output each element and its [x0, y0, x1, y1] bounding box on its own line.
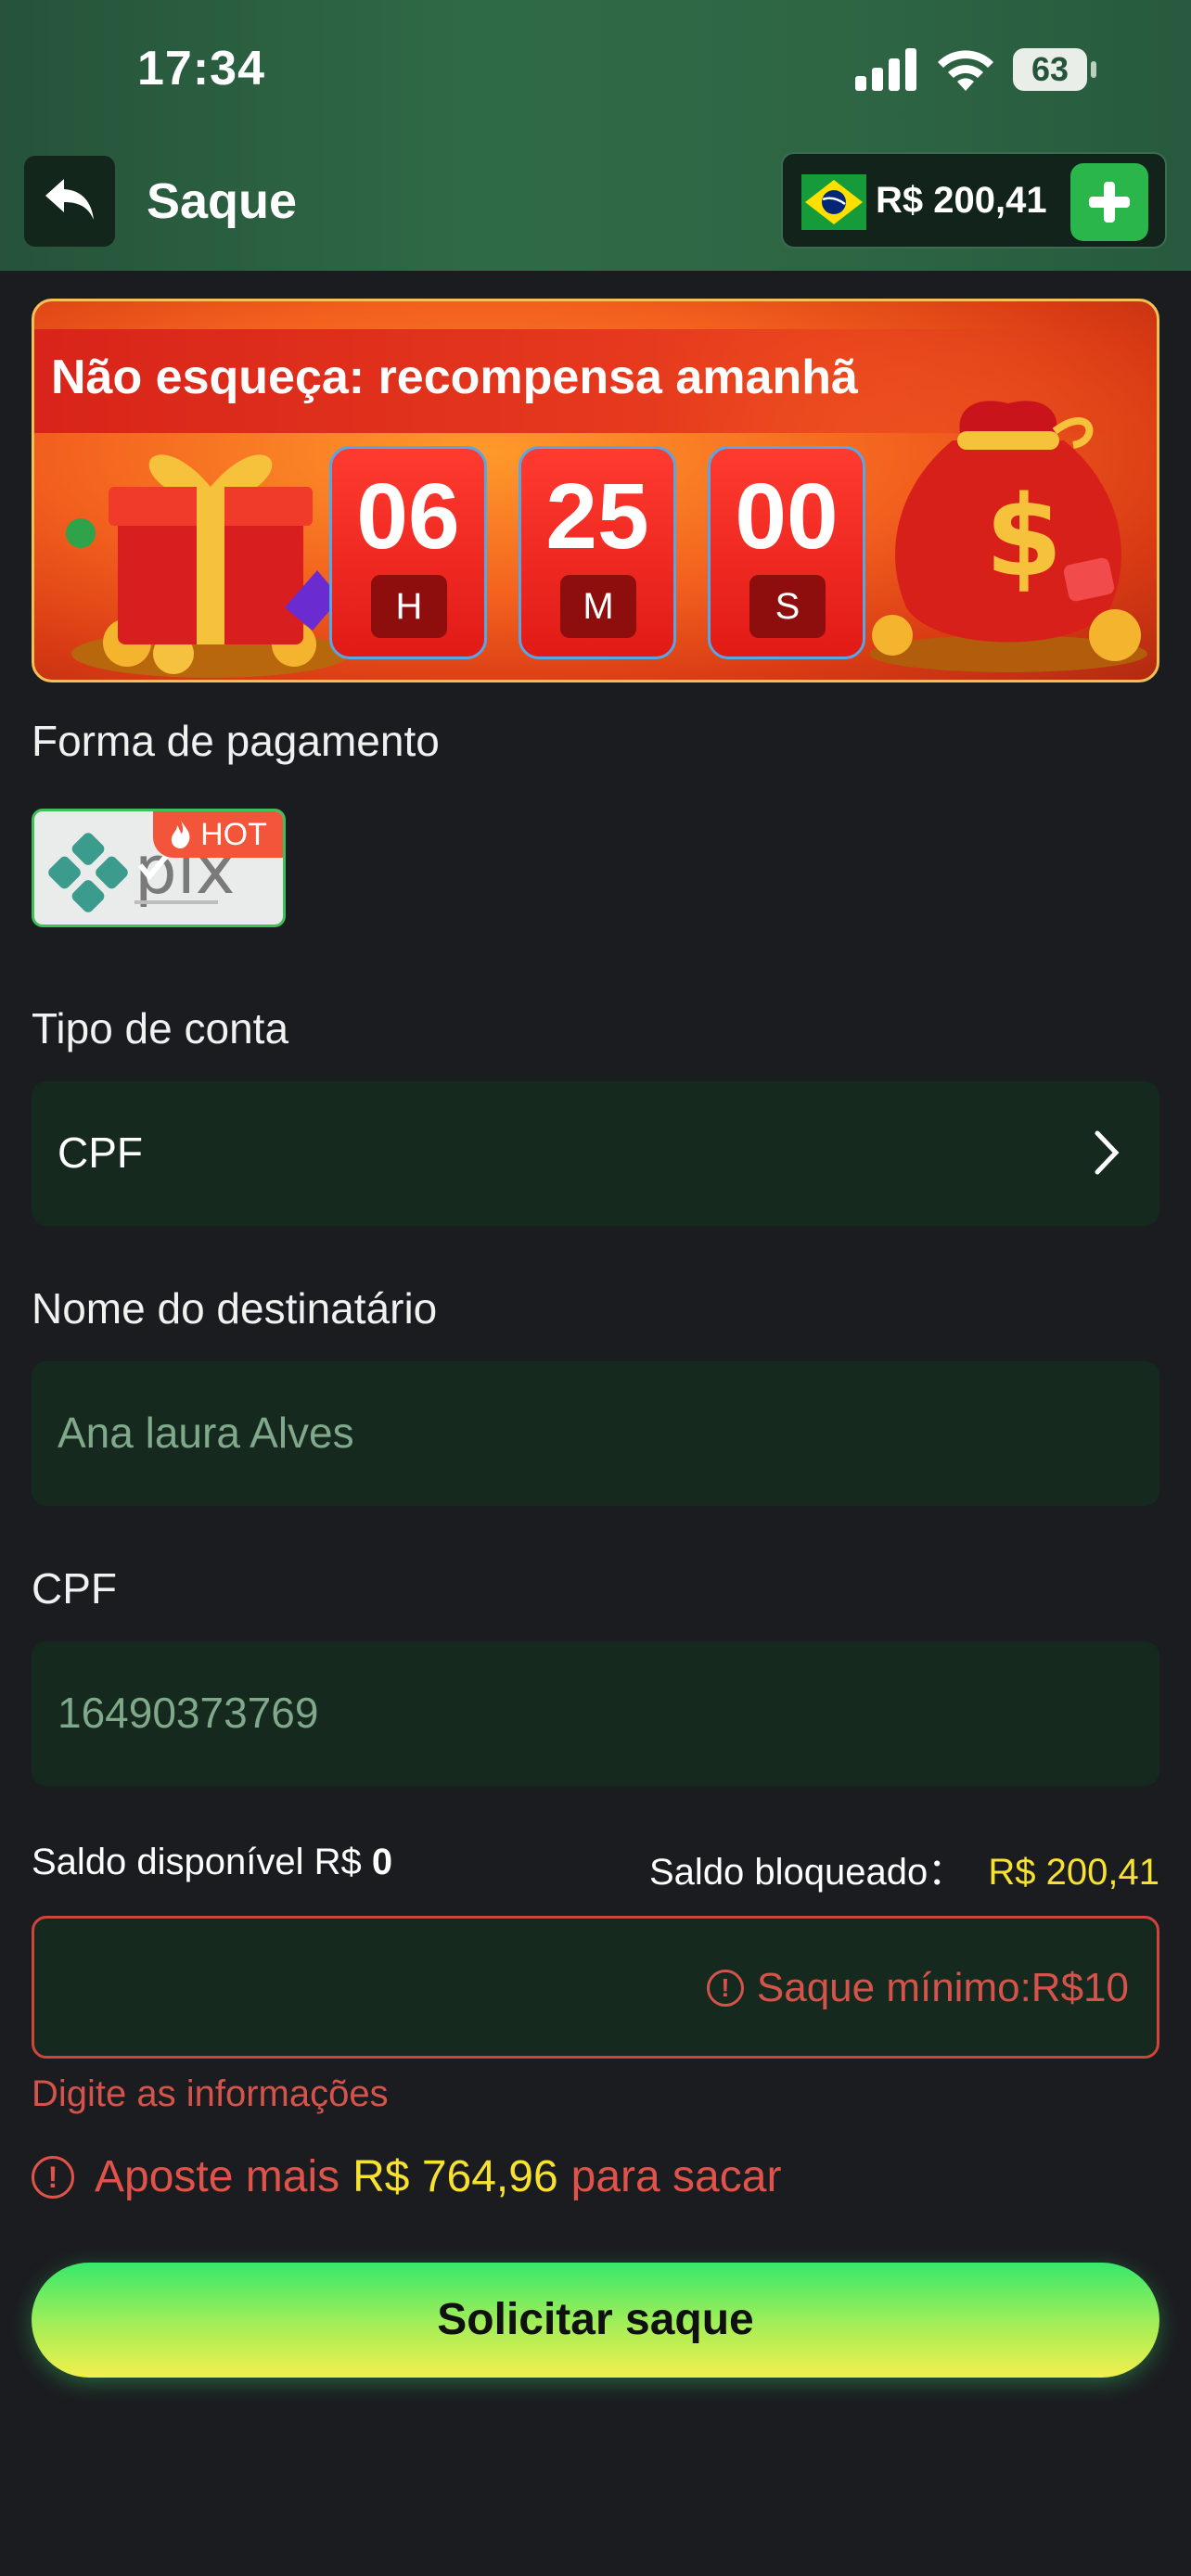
blocked-balance-label: Saldo bloqueado： — [649, 1852, 966, 1893]
blocked-balance: Saldo bloqueado： R$ 200,41 — [649, 1842, 1159, 1895]
saldo-row: Saldo disponível R$ 0 Saldo bloqueado： R… — [32, 1842, 1159, 1895]
timer-seconds: 00 S — [708, 446, 865, 659]
recipient-name-value: Ana laura Alves — [58, 1409, 354, 1457]
brazil-flag-icon — [801, 174, 866, 230]
withdraw-amount-input[interactable]: ! Saque mínimo:R$10 — [32, 1916, 1159, 2059]
alert-icon: ! — [706, 1970, 744, 2007]
blocked-balance-value: R$ 200,41 — [988, 1852, 1159, 1893]
timer-minutes: 25 M — [519, 446, 676, 659]
hot-badge: HOT — [153, 811, 283, 858]
status-bar: 17:34 63 — [0, 0, 1191, 130]
svg-text:$: $ — [985, 473, 1063, 602]
cpf-label: CPF — [32, 1564, 117, 1613]
timer-seconds-value: 00 — [735, 465, 839, 568]
balance-amount: R$ 200,41 — [876, 180, 1047, 221]
top-area: 17:34 63 Saque R$ 200,41 — [0, 0, 1191, 271]
timer-hours: 06 H — [329, 446, 487, 659]
cpf-field[interactable]: 16490373769 — [32, 1641, 1159, 1786]
timer-minutes-value: 25 — [545, 465, 649, 568]
back-arrow-icon — [45, 179, 94, 220]
timer-hours-value: 06 — [356, 465, 460, 568]
hot-badge-text: HOT — [200, 816, 267, 852]
submit-withdraw-button[interactable]: Solicitar saque — [32, 2263, 1159, 2378]
money-bag-icon: $ — [869, 401, 1147, 672]
wager-warning-suffix: para sacar — [570, 2152, 782, 2201]
warning-icon: ! — [32, 2155, 74, 2199]
timer-seconds-unit: S — [749, 575, 826, 638]
page-title: Saque — [147, 173, 298, 229]
battery-tip — [1091, 61, 1096, 78]
account-type-label: Tipo de conta — [32, 1004, 289, 1052]
payment-method-label: Forma de pagamento — [32, 717, 440, 765]
add-funds-button[interactable] — [1070, 163, 1148, 241]
flame-icon — [171, 821, 190, 848]
cpf-value: 16490373769 — [58, 1689, 319, 1737]
wager-warning-amount: R$ 764,96 — [352, 2152, 558, 2201]
account-type-select[interactable]: CPF — [32, 1081, 1159, 1226]
plus-icon — [1089, 182, 1130, 223]
header: Saque R$ 200,41 — [0, 148, 1191, 271]
recipient-name-field[interactable]: Ana laura Alves — [32, 1361, 1159, 1506]
amount-hint: ! Saque mínimo:R$10 — [706, 1965, 1129, 2011]
back-button[interactable] — [24, 156, 115, 247]
chevron-right-icon — [1095, 1130, 1120, 1175]
timer-minutes-unit: M — [560, 575, 636, 638]
signal-icon — [855, 48, 916, 91]
timer-hours-unit: H — [371, 575, 447, 638]
available-balance: Saldo disponível R$ 0 — [32, 1842, 392, 1883]
wager-warning-prefix: Aposte mais — [95, 2152, 340, 2201]
payment-option-pix[interactable]: pix HOT — [32, 809, 286, 927]
balance-widget: R$ 200,41 — [781, 152, 1167, 249]
amount-hint-text: Saque mínimo:R$10 — [756, 1965, 1129, 2010]
recipient-label: Nome do destinatário — [32, 1284, 438, 1333]
account-type-value: CPF — [58, 1129, 143, 1177]
gift-box-icon — [66, 454, 350, 678]
battery-icon: 63 — [1013, 48, 1087, 91]
available-balance-label: Saldo disponível R$ — [32, 1842, 362, 1882]
status-time: 17:34 — [137, 42, 265, 96]
validation-error: Digite as informações — [32, 2073, 389, 2114]
available-balance-value: 0 — [371, 1842, 393, 1882]
wager-warning: ! Aposte mais R$ 764,96 para sacar — [32, 2151, 781, 2202]
wifi-icon — [938, 50, 993, 91]
banner-title: Não esqueça: recompensa amanhã — [51, 351, 858, 404]
reward-banner[interactable]: Não esqueça: recompensa amanhã $ 06 H 25… — [32, 299, 1159, 682]
